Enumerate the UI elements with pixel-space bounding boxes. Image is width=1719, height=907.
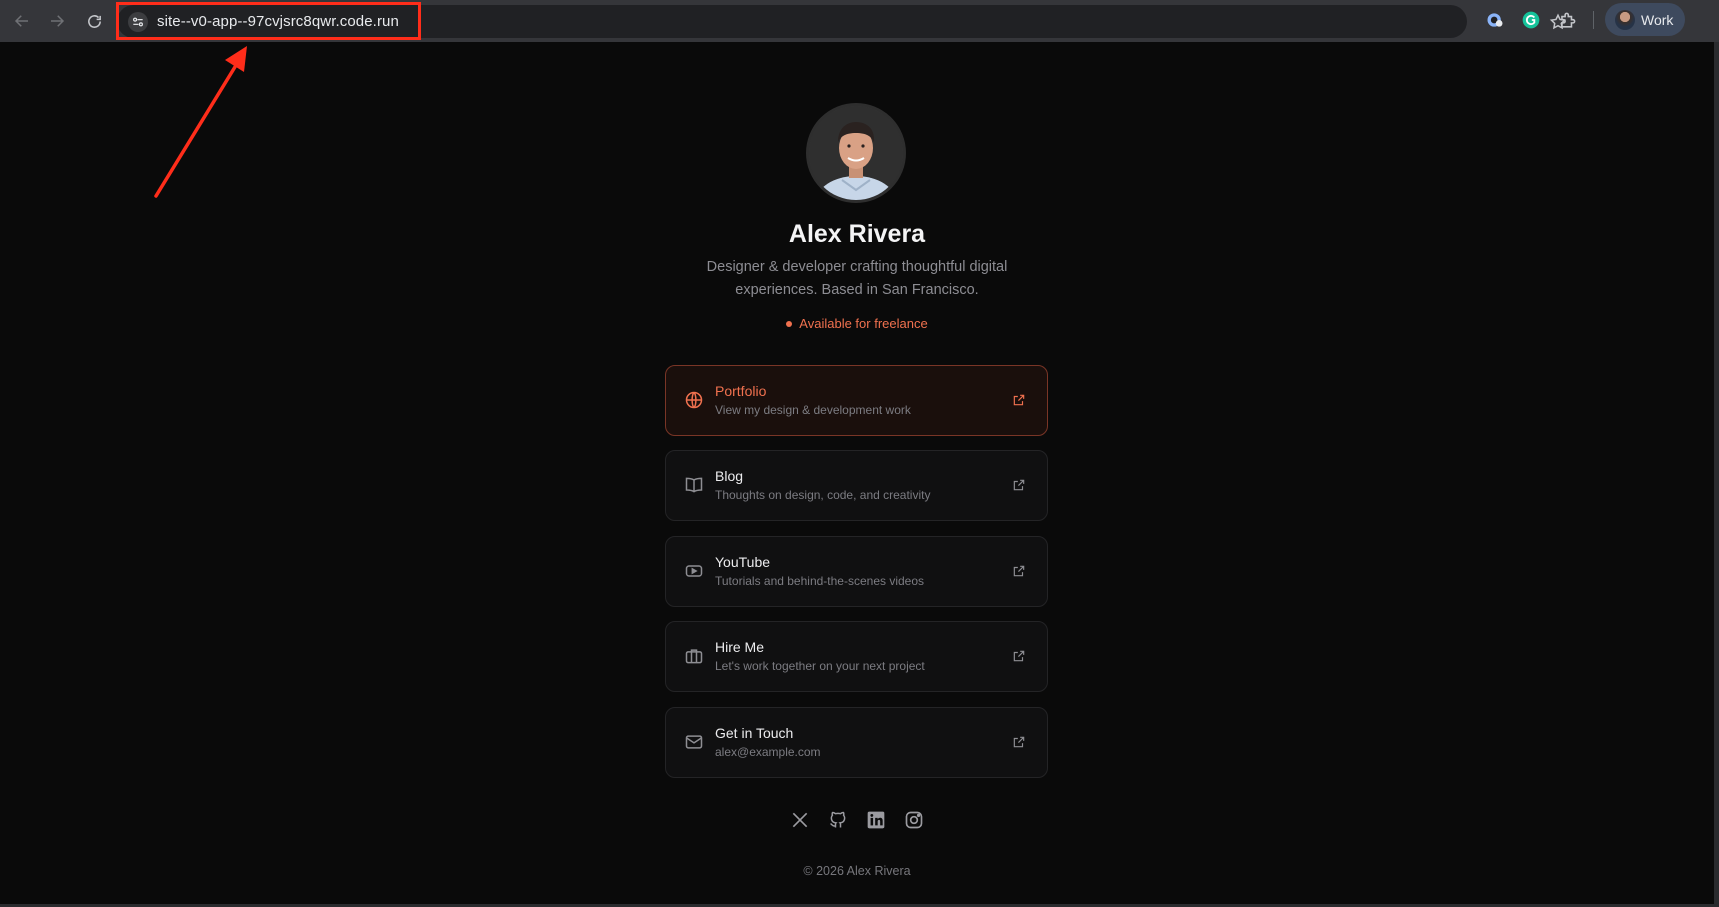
- link-subtitle: Let's work together on your next project: [715, 659, 925, 673]
- linkedin-icon[interactable]: [866, 810, 888, 832]
- youtube-icon: [684, 561, 706, 583]
- briefcase-icon: [684, 646, 706, 668]
- link-subtitle: View my design & development work: [715, 403, 911, 417]
- avatar: [806, 103, 906, 203]
- link-card-blog[interactable]: Blog Thoughts on design, code, and creat…: [665, 450, 1048, 521]
- status-dot: [786, 321, 793, 327]
- external-link-icon: [1012, 735, 1027, 750]
- external-link-icon: [1012, 478, 1027, 493]
- extensions-puzzle-icon[interactable]: [1556, 9, 1578, 31]
- github-icon[interactable]: [828, 810, 850, 832]
- profile-avatar: [1615, 9, 1635, 30]
- availability-status: Available for freelance: [0, 316, 1714, 331]
- profile-label: Work: [1641, 11, 1674, 28]
- footer-copyright: © 2026 Alex Rivera: [803, 864, 911, 878]
- window-edge: [1714, 42, 1719, 907]
- profile-chip[interactable]: Work: [1605, 3, 1685, 36]
- social-links: [790, 810, 926, 832]
- external-link-icon: [1012, 649, 1027, 664]
- extension-icon-1[interactable]: [1484, 9, 1506, 31]
- book-icon: [684, 475, 706, 497]
- link-card-get-in-touch[interactable]: Get in Touch alex@example.com: [665, 707, 1048, 778]
- globe-icon: [684, 390, 706, 412]
- link-subtitle: Tutorials and behind-the-scenes videos: [715, 574, 925, 588]
- toolbar-divider: [1593, 11, 1594, 29]
- link-card-portfolio[interactable]: Portfolio View my design & development w…: [665, 365, 1048, 436]
- grammarly-icon[interactable]: [1520, 9, 1542, 31]
- instagram-icon[interactable]: [904, 810, 926, 832]
- external-link-icon: [1012, 393, 1027, 408]
- link-title: Blog: [715, 468, 744, 484]
- external-link-icon: [1012, 564, 1027, 579]
- link-card-youtube[interactable]: YouTube Tutorials and behind-the-scenes …: [665, 536, 1048, 607]
- link-title: Get in Touch: [715, 725, 794, 741]
- link-title: Portfolio: [715, 383, 767, 399]
- annotation-arrow: [154, 46, 247, 198]
- link-title: YouTube: [715, 554, 771, 570]
- profile-bio: Designer & developer crafting thoughtful…: [706, 259, 1008, 298]
- link-card-hire-me[interactable]: Hire Me Let's work together on your next…: [665, 621, 1048, 692]
- profile-name: Alex Rivera: [788, 220, 926, 248]
- x-icon[interactable]: [790, 810, 812, 832]
- link-subtitle: alex@example.com: [715, 745, 821, 759]
- status-text: Available for freelance: [799, 316, 928, 331]
- link-title: Hire Me: [715, 639, 765, 655]
- link-subtitle: Thoughts on design, code, and creativity: [715, 488, 931, 502]
- mail-icon: [684, 732, 706, 754]
